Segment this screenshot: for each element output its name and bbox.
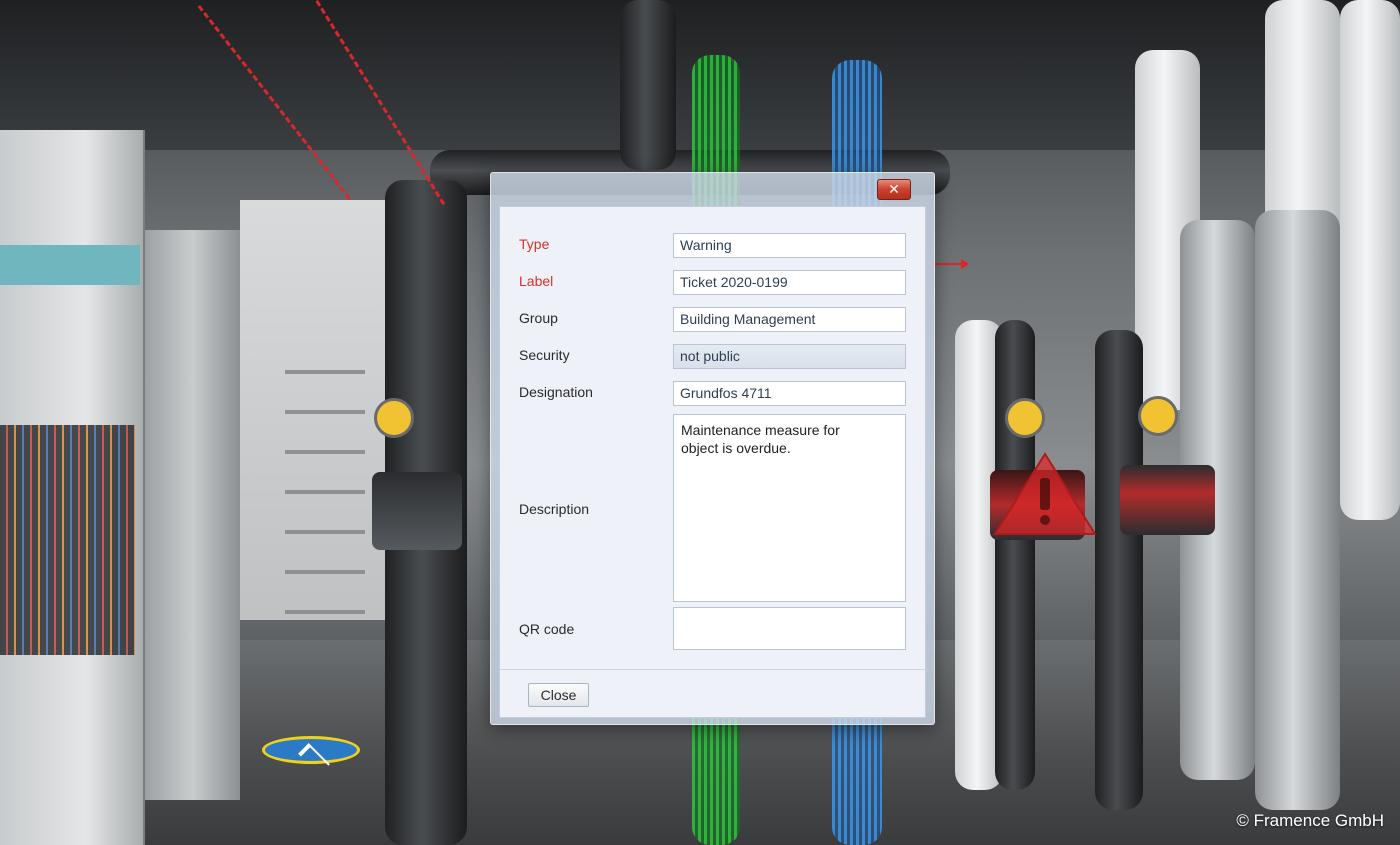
type-field[interactable]: Warning	[673, 233, 906, 258]
flow-arrow-icon	[935, 259, 969, 269]
group-label: Group	[519, 310, 558, 326]
circulation-pump	[372, 472, 462, 550]
qr-code-label: QR code	[519, 621, 575, 637]
pressure-gauge	[1138, 396, 1178, 436]
copyright-notice: © Framence GmbH	[1236, 811, 1384, 830]
qr-code-field[interactable]	[673, 607, 906, 650]
navigation-arrow-icon[interactable]	[262, 736, 360, 764]
close-icon[interactable]: ✕	[877, 179, 911, 200]
label-field[interactable]: Ticket 2020-0199	[673, 270, 906, 295]
air-duct	[145, 230, 240, 800]
pipe-insulated	[620, 0, 676, 170]
pressure-gauge	[1005, 398, 1045, 438]
group-field[interactable]: Building Management	[673, 307, 906, 332]
pipe-insulated	[1095, 330, 1143, 810]
circulation-pump	[1120, 465, 1215, 535]
pipe-insulated	[995, 320, 1035, 790]
stairs	[285, 370, 365, 630]
security-label: Security	[519, 347, 570, 363]
cabinet-wiring	[0, 425, 135, 655]
type-label: Type	[519, 236, 550, 252]
label-label: Label	[519, 273, 554, 289]
pipe-metal	[1255, 210, 1340, 810]
footer-divider	[500, 669, 927, 670]
security-field[interactable]: not public	[673, 344, 906, 369]
close-button[interactable]: Close	[528, 683, 589, 707]
designation-field[interactable]: Grundfos 4711	[673, 381, 906, 406]
description-textarea[interactable]: Maintenance measure for object is overdu…	[673, 414, 906, 602]
designation-label: Designation	[519, 384, 593, 400]
pipe-white	[1340, 0, 1400, 520]
warning-triangle-icon[interactable]	[993, 452, 1097, 536]
pressure-gauge	[374, 398, 414, 438]
dialog-content: Type Warning Label Ticket 2020-0199 Grou…	[499, 206, 927, 718]
description-label: Description	[519, 501, 590, 517]
cabinet-panel	[0, 245, 140, 285]
object-properties-dialog: ✕ Type Warning Label Ticket 2020-0199 Gr…	[490, 172, 935, 725]
